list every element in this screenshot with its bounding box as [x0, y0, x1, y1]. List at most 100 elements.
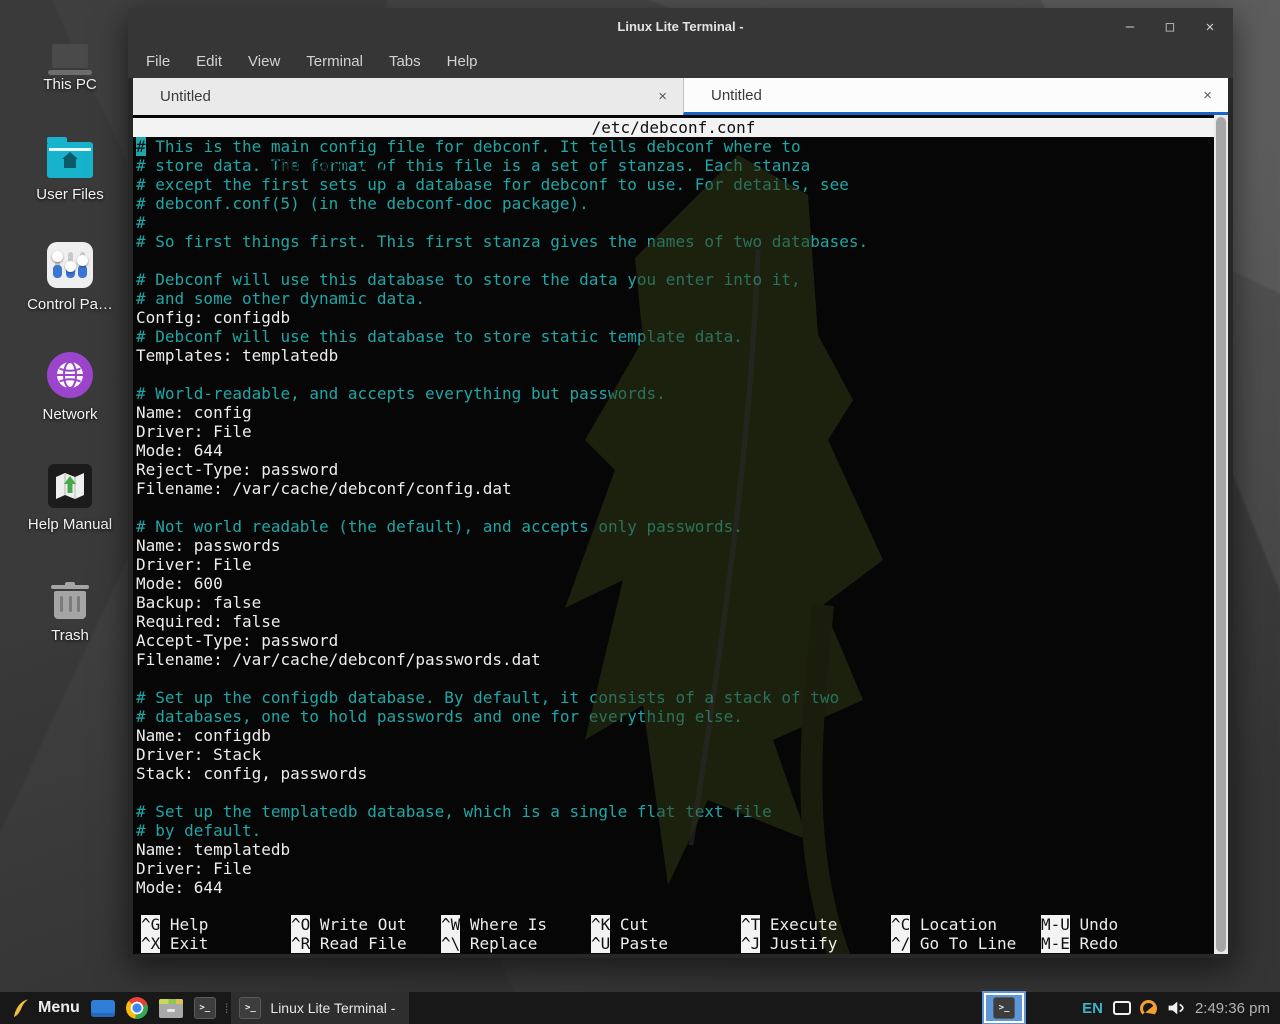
- desktop-icon-label: This PC: [10, 76, 130, 93]
- trash-icon: [10, 567, 130, 619]
- tab-untitled-1[interactable]: Untitled ×: [133, 78, 683, 115]
- clock[interactable]: 2:49:36 pm: [1195, 1000, 1274, 1017]
- menu-button[interactable]: Menu: [6, 992, 86, 1024]
- file-manager-icon[interactable]: [159, 996, 183, 1020]
- nano-line: Reject-Type: password: [133, 460, 1214, 479]
- menu-bar: File Edit View Terminal Tabs Help: [128, 45, 1233, 78]
- nano-line: Name: config: [133, 403, 1214, 422]
- nano-line: # Debconf will use this database to stor…: [133, 327, 1214, 346]
- nano-line: Mode: 644: [133, 441, 1214, 460]
- desktop-icon-label: Trash: [10, 627, 130, 644]
- desktop-icon-this-pc[interactable]: This PC: [10, 16, 130, 93]
- nano-shortcut: ^T Execute: [741, 915, 891, 934]
- tab-untitled-2[interactable]: Untitled ×: [683, 78, 1228, 115]
- nano-shortcut: ^X Exit: [141, 934, 291, 953]
- nano-line: # Set up the configdb database. By defau…: [133, 688, 1214, 707]
- nano-line: Config: configdb: [133, 308, 1214, 327]
- folder-home-icon: [10, 126, 130, 178]
- nano-line: [133, 251, 1214, 270]
- nano-line: Driver: File: [133, 555, 1214, 574]
- terminal-icon: >_: [239, 997, 261, 1019]
- updates-available-icon[interactable]: [1140, 1000, 1157, 1017]
- terminal-scrollbar[interactable]: [1214, 115, 1228, 954]
- task-button-label: Linux Lite Terminal -: [270, 1000, 395, 1016]
- menu-file[interactable]: File: [146, 53, 170, 70]
- tab-label: Untitled: [711, 87, 762, 104]
- nano-line: Accept-Type: password: [133, 631, 1214, 650]
- close-button[interactable]: ✕: [1203, 19, 1217, 35]
- tasklist-handle: ⁞: [225, 1001, 227, 1016]
- nano-line: # except the first sets up a database fo…: [133, 175, 1214, 194]
- desktop-icon-help-manual[interactable]: Help Manual: [10, 456, 130, 533]
- nano-line: # by default.: [133, 821, 1214, 840]
- nano-shortcut: ^O Write Out: [291, 915, 441, 934]
- menu-edit[interactable]: Edit: [196, 53, 222, 70]
- this-pc-icon: [10, 16, 130, 68]
- nano-line: Mode: 600: [133, 574, 1214, 593]
- nano-version: GNU nano 7.2: [271, 156, 387, 175]
- nano-shortcut: M-U Undo: [1041, 915, 1191, 934]
- nano-line: # debconf.conf(5) (in the debconf-doc pa…: [133, 194, 1214, 213]
- terminal-launcher-icon[interactable]: >_: [193, 996, 217, 1020]
- globe-icon: [10, 346, 130, 398]
- maximize-button[interactable]: □: [1163, 19, 1177, 35]
- nano-shortcut: ^R Read File: [291, 934, 441, 953]
- terminal-view[interactable]: /etc/debconf.conf GNU nano 7.2 # This is…: [133, 115, 1228, 954]
- desktop-icon-label: Control Pa…: [10, 296, 130, 313]
- tab-bar: Untitled × Untitled ×: [133, 78, 1228, 115]
- nano-line: Filename: /var/cache/debconf/passwords.d…: [133, 650, 1214, 669]
- chrome-browser-icon[interactable]: [125, 996, 149, 1020]
- desktop-icon-label: User Files: [10, 186, 130, 203]
- menu-view[interactable]: View: [248, 53, 280, 70]
- tray-active-window-icon[interactable]: >_: [984, 993, 1024, 1023]
- nano-line: # So first things first. This first stan…: [133, 232, 1214, 251]
- nano-shortcut-bar: ^G Help^X Exit^O Write Out^R Read File^W…: [141, 915, 1214, 953]
- desktop-icon-trash[interactable]: Trash: [10, 567, 130, 644]
- tab-close-icon[interactable]: ×: [1203, 87, 1212, 104]
- menu-tabs[interactable]: Tabs: [389, 53, 421, 70]
- nano-shortcut: ^/ Go To Line: [891, 934, 1041, 953]
- display-settings-icon[interactable]: [1113, 1001, 1131, 1015]
- nano-line: [133, 498, 1214, 517]
- nano-line: Driver: Stack: [133, 745, 1214, 764]
- sliders-icon: [10, 236, 130, 288]
- linux-lite-feather-icon: [12, 998, 30, 1018]
- keyboard-layout-indicator[interactable]: EN: [1082, 1000, 1103, 1017]
- nano-line: Backup: false: [133, 593, 1214, 612]
- tab-close-icon[interactable]: ×: [658, 88, 667, 105]
- nano-line: [133, 783, 1214, 802]
- nano-line: Required: false: [133, 612, 1214, 631]
- scrollbar-thumb[interactable]: [1216, 117, 1226, 952]
- nano-line: Stack: config, passwords: [133, 764, 1214, 783]
- nano-shortcut: ^\ Replace: [441, 934, 591, 953]
- task-button-terminal[interactable]: >_ Linux Lite Terminal -: [231, 992, 409, 1024]
- menu-help[interactable]: Help: [447, 53, 478, 70]
- nano-line: # This is the main config file for debco…: [133, 137, 1214, 156]
- nano-line: Name: configdb: [133, 726, 1214, 745]
- nano-line: # and some other dynamic data.: [133, 289, 1214, 308]
- nano-shortcut: ^U Paste: [591, 934, 741, 953]
- nano-shortcut: ^W Where Is: [441, 915, 591, 934]
- minimize-button[interactable]: –: [1123, 19, 1137, 35]
- desktop-icon-network[interactable]: Network: [10, 346, 130, 423]
- nano-line: Driver: File: [133, 422, 1214, 441]
- nano-line: # Set up the templatedb database, which …: [133, 802, 1214, 821]
- desktop-icon-user-files[interactable]: User Files: [10, 126, 130, 203]
- window-titlebar[interactable]: Linux Lite Terminal - – □ ✕: [128, 8, 1233, 45]
- nano-editor-content[interactable]: # This is the main config file for debco…: [133, 137, 1214, 897]
- volume-icon[interactable]: [1167, 999, 1186, 1017]
- menu-terminal[interactable]: Terminal: [306, 53, 363, 70]
- nano-line: [133, 669, 1214, 688]
- nano-file-path: /etc/debconf.conf: [133, 118, 1214, 137]
- nano-line: #: [133, 213, 1214, 232]
- nano-line: Name: templatedb: [133, 840, 1214, 859]
- desktop-icon-control-panel[interactable]: Control Pa…: [10, 236, 130, 313]
- desktop-icon-label: Network: [10, 406, 130, 423]
- menu-button-label: Menu: [38, 999, 80, 1017]
- show-desktop-icon[interactable]: [91, 996, 115, 1020]
- nano-line: # World-readable, and accepts everything…: [133, 384, 1214, 403]
- window-title: Linux Lite Terminal -: [128, 19, 1233, 34]
- desktop-icon-label: Help Manual: [10, 516, 130, 533]
- terminal-icon: >_: [993, 997, 1015, 1019]
- desktop-wallpaper: This PC User Files Control Pa…: [0, 0, 1280, 1024]
